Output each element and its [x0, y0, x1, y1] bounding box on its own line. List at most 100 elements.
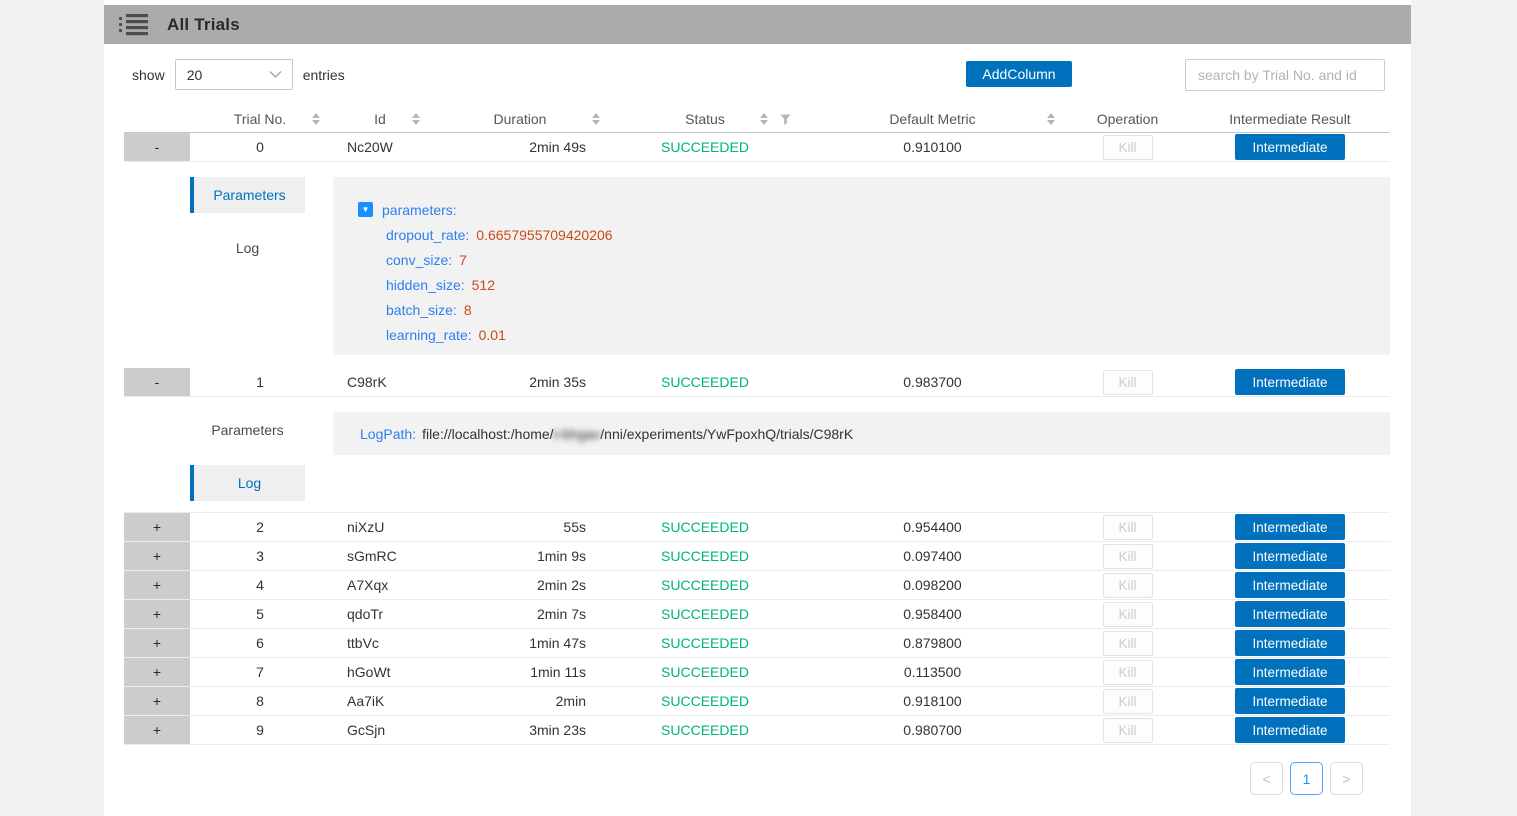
- trial-id-cell: Nc20W: [330, 139, 430, 155]
- trial-id-cell: GcSjn: [330, 722, 430, 738]
- duration-cell: 1min 11s: [430, 664, 610, 680]
- collapse-json-icon[interactable]: ▼: [358, 202, 373, 217]
- intermediate-button[interactable]: Intermediate: [1235, 630, 1345, 656]
- header-id: Id: [330, 105, 430, 132]
- default-metric-cell: 0.910100: [800, 139, 1065, 155]
- header-operation-label: Operation: [1097, 111, 1158, 127]
- intermediate-button[interactable]: Intermediate: [1235, 659, 1345, 685]
- intermediate-button[interactable]: Intermediate: [1235, 601, 1345, 627]
- tab-log[interactable]: Log: [190, 465, 305, 501]
- kill-button[interactable]: Kill: [1103, 660, 1153, 685]
- tab-log[interactable]: Log: [190, 230, 305, 266]
- expand-row-button[interactable]: +: [124, 513, 190, 541]
- page-1-button[interactable]: 1: [1290, 762, 1323, 795]
- duration-cell: 1min 47s: [430, 635, 610, 651]
- header-status-label: Status: [685, 111, 725, 127]
- duration-cell: 55s: [430, 519, 610, 535]
- logpath-prefix: file://localhost:/home/: [422, 426, 554, 442]
- trial-no-cell: 2: [190, 519, 330, 535]
- table-row: + 9 GcSjn 3min 23s SUCCEEDED 0.980700 Ki…: [124, 716, 1390, 745]
- expand-row-button[interactable]: +: [124, 716, 190, 744]
- page-size-control: show 20 entries: [132, 59, 345, 90]
- trial-id-cell: hGoWt: [330, 664, 430, 680]
- kill-button[interactable]: Kill: [1103, 631, 1153, 656]
- table-header: Trial No. Id Duration Status Default Met…: [124, 105, 1390, 133]
- expand-row-button[interactable]: +: [124, 687, 190, 715]
- duration-cell: 3min 23s: [430, 722, 610, 738]
- add-column-button[interactable]: AddColumn: [966, 61, 1072, 87]
- table-row-trial-0: - 0 Nc20W 2min 49s SUCCEEDED 0.910100 Ki…: [124, 133, 1390, 162]
- expand-row-button[interactable]: +: [124, 571, 190, 599]
- parameter-key: learning_rate:: [386, 327, 472, 343]
- expand-row-button[interactable]: +: [124, 629, 190, 657]
- detail-tabs: Parameters Log: [190, 412, 305, 501]
- intermediate-button[interactable]: Intermediate: [1235, 688, 1345, 714]
- sort-icon[interactable]: [760, 113, 768, 125]
- sort-icon[interactable]: [412, 113, 420, 125]
- page-title: All Trials: [167, 15, 240, 35]
- table-row-trial-1: - 1 C98rK 2min 35s SUCCEEDED 0.983700 Ki…: [124, 368, 1390, 397]
- intermediate-button[interactable]: Intermediate: [1235, 572, 1345, 598]
- default-metric-cell: 0.918100: [800, 693, 1065, 709]
- json-root-key: parameters:: [382, 202, 457, 218]
- kill-button[interactable]: Kill: [1103, 689, 1153, 714]
- parameter-key: dropout_rate:: [386, 227, 469, 243]
- logpath-label: LogPath:: [360, 426, 416, 442]
- kill-button[interactable]: Kill: [1103, 515, 1153, 540]
- trial-no-cell: 4: [190, 577, 330, 593]
- table-row: + 8 Aa7iK 2min SUCCEEDED 0.918100 Kill I…: [124, 687, 1390, 716]
- intermediate-button[interactable]: Intermediate: [1235, 369, 1345, 395]
- trial-1-detail: Parameters Log LogPath: file://localhost…: [124, 397, 1390, 513]
- kill-button[interactable]: Kill: [1103, 135, 1153, 160]
- duration-cell: 2min 7s: [430, 606, 610, 622]
- intermediate-button[interactable]: Intermediate: [1235, 134, 1345, 160]
- trials-table: Trial No. Id Duration Status Default Met…: [124, 105, 1390, 745]
- trial-id-cell: ttbVc: [330, 635, 430, 651]
- header-trial-no-label: Trial No.: [234, 111, 286, 127]
- next-page-button[interactable]: >: [1330, 762, 1363, 795]
- sort-icon[interactable]: [592, 113, 600, 125]
- json-parameter-line: hidden_size: 512: [358, 272, 1390, 297]
- prev-page-button[interactable]: <: [1250, 762, 1283, 795]
- status-cell: SUCCEEDED: [610, 548, 800, 564]
- default-metric-cell: 0.098200: [800, 577, 1065, 593]
- default-metric-cell: 0.983700: [800, 374, 1065, 390]
- json-parameter-line: dropout_rate: 0.6657955709420206: [358, 222, 1390, 247]
- sort-icon[interactable]: [1047, 113, 1055, 125]
- collapse-row-button[interactable]: -: [124, 368, 190, 396]
- tab-parameters[interactable]: Parameters: [190, 177, 305, 213]
- trial-no-cell: 6: [190, 635, 330, 651]
- json-parameter-line: batch_size: 8: [358, 297, 1390, 322]
- trial-no-cell: 5: [190, 606, 330, 622]
- sort-icon[interactable]: [312, 113, 320, 125]
- header-status: Status: [610, 105, 800, 132]
- header-trial-no: Trial No.: [190, 105, 330, 132]
- tab-parameters[interactable]: Parameters: [190, 412, 305, 448]
- intermediate-button[interactable]: Intermediate: [1235, 514, 1345, 540]
- kill-button[interactable]: Kill: [1103, 718, 1153, 743]
- search-input[interactable]: [1185, 59, 1385, 91]
- kill-button[interactable]: Kill: [1103, 573, 1153, 598]
- expand-row-button[interactable]: +: [124, 658, 190, 686]
- expand-row-button[interactable]: +: [124, 542, 190, 570]
- kill-button[interactable]: Kill: [1103, 370, 1153, 395]
- trial-no-cell: 1: [190, 374, 330, 390]
- kill-button[interactable]: Kill: [1103, 544, 1153, 569]
- collapse-row-button[interactable]: -: [124, 133, 190, 161]
- trial-no-cell: 9: [190, 722, 330, 738]
- filter-icon[interactable]: [779, 112, 792, 125]
- default-metric-cell: 0.958400: [800, 606, 1065, 622]
- status-cell: SUCCEEDED: [610, 635, 800, 651]
- intermediate-button[interactable]: Intermediate: [1235, 717, 1345, 743]
- expand-row-button[interactable]: +: [124, 600, 190, 628]
- intermediate-button[interactable]: Intermediate: [1235, 543, 1345, 569]
- detail-tabs: Parameters Log: [190, 177, 305, 266]
- table-row: + 2 niXzU 55s SUCCEEDED 0.954400 Kill In…: [124, 513, 1390, 542]
- status-cell: SUCCEEDED: [610, 577, 800, 593]
- trial-id-cell: qdoTr: [330, 606, 430, 622]
- header-intermediate-result-label: Intermediate Result: [1229, 111, 1350, 127]
- header-default-metric-label: Default Metric: [889, 111, 975, 127]
- page-size-select[interactable]: 20: [175, 59, 293, 90]
- json-root-line: ▼ parameters:: [358, 197, 1390, 222]
- kill-button[interactable]: Kill: [1103, 602, 1153, 627]
